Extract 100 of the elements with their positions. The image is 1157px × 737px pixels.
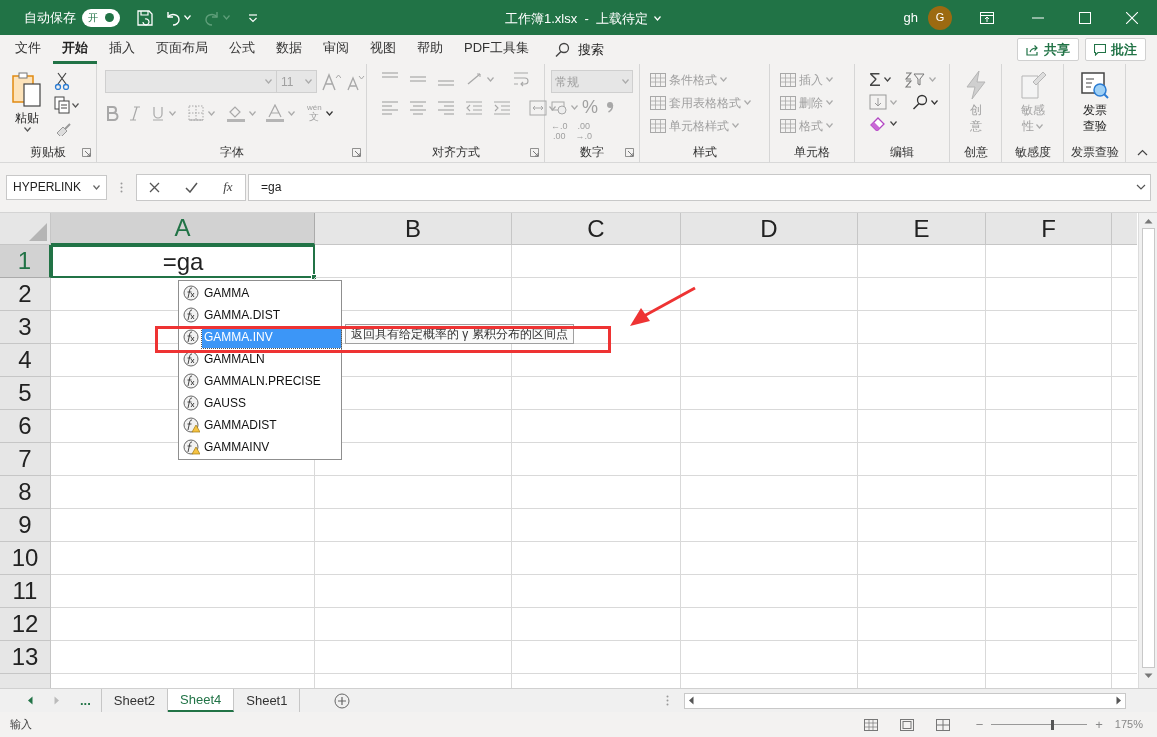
grid-cell[interactable] [858,509,986,542]
align-right-icon[interactable] [437,100,455,116]
merge-center-icon[interactable] [529,100,547,116]
grid-cell[interactable] [512,509,681,542]
column-header[interactable]: C [512,213,681,245]
save-icon[interactable] [136,8,154,27]
name-box[interactable]: HYPERLINK [6,174,107,200]
bold-icon[interactable] [105,105,119,121]
grid-cell[interactable] [512,377,681,410]
autocomplete-item[interactable]: GAMMA [202,282,341,304]
column-header[interactable]: A [51,213,315,245]
grid-cell[interactable] [858,608,986,641]
menu-tab[interactable]: 插入 [100,35,144,64]
grid-cell[interactable] [858,410,986,443]
insert-function-button[interactable]: fx [223,177,233,197]
accounting-format-icon[interactable] [551,99,567,115]
grid-cell[interactable] [858,377,986,410]
grid-cell[interactable] [986,245,1112,278]
paste-button[interactable]: 粘贴 [6,70,48,142]
menu-tab[interactable]: 数据 [267,35,311,64]
row-header[interactable]: 2 [0,278,51,311]
sheet-tab[interactable]: Sheet4 [168,689,235,712]
grid-cell[interactable] [512,245,681,278]
italic-icon[interactable] [129,105,141,121]
menu-tab[interactable]: 文件 [6,35,50,64]
normal-view-icon[interactable] [863,718,878,731]
autocomplete-item[interactable]: GAMMADIST [202,414,341,436]
autosave-toggle[interactable]: 开 [82,8,120,27]
paintbrush-icon[interactable] [54,120,72,136]
grid-cell[interactable] [681,344,858,377]
grid-cell[interactable] [681,311,858,344]
grid-cell[interactable] [681,476,858,509]
font-name-field[interactable] [105,70,277,93]
next-sheet-icon[interactable] [54,696,60,705]
avatar[interactable]: G [928,5,952,30]
grid-cell[interactable] [51,608,315,641]
grid-cell[interactable] [986,509,1112,542]
previous-sheet-icon[interactable] [27,696,33,705]
grid-cell[interactable] [512,641,681,674]
grid-cell[interactable] [986,377,1112,410]
ribbon-large-button[interactable]: 发票 查验 [1079,70,1110,142]
checkmark-icon[interactable] [185,181,199,193]
row-header[interactable]: 3 [0,311,51,344]
grid-cell[interactable] [315,509,512,542]
grid-cell[interactable] [512,575,681,608]
grid-cell[interactable] [681,608,858,641]
font-color-icon[interactable] [266,104,284,122]
grid-cell[interactable] [512,410,681,443]
row-header[interactable]: 4 [0,344,51,377]
row-header[interactable]: 10 [0,542,51,575]
share-button[interactable]: 共享 [1017,38,1079,61]
menu-tab[interactable]: 开始 [53,35,97,64]
scroll-left-icon[interactable] [688,696,695,705]
customize-toolbar-icon[interactable] [248,12,258,23]
grid-cell[interactable] [512,278,681,311]
active-cell[interactable]: =ga [51,245,315,278]
column-header[interactable]: D [681,213,858,245]
grid-cell[interactable] [51,575,315,608]
decrease-indent-icon[interactable] [465,100,483,116]
grid-cell[interactable] [986,410,1112,443]
grid-cell[interactable] [681,377,858,410]
grid-cell[interactable] [986,641,1112,674]
row-header[interactable]: 8 [0,476,51,509]
grid-cell[interactable] [858,443,986,476]
grid-cell[interactable] [681,575,858,608]
grid-cell[interactable] [986,542,1112,575]
grid-cell[interactable] [681,443,858,476]
grow-font-icon[interactable] [321,72,341,91]
cancel-icon[interactable] [149,181,161,193]
align-left-icon[interactable] [381,100,399,116]
grid-cell[interactable] [512,476,681,509]
grid-cell[interactable] [512,542,681,575]
grid-cell[interactable] [315,245,512,278]
wrap-text-icon[interactable] [512,70,530,88]
menu-tab[interactable]: 审阅 [314,35,358,64]
eraser-icon[interactable] [869,115,887,131]
page-break-view-icon[interactable] [935,718,950,731]
grid-cell[interactable] [51,542,315,575]
close-icon[interactable] [1126,11,1138,24]
row-header[interactable]: 12 [0,608,51,641]
grid-cell[interactable] [315,641,512,674]
grid-cell[interactable] [51,509,315,542]
column-header[interactable]: E [858,213,986,245]
autocomplete-item[interactable]: GAMMALN.PRECISE [202,370,341,392]
grid-cell[interactable] [315,542,512,575]
grid-cell[interactable] [986,278,1112,311]
autosum-button[interactable]: Σ [869,70,881,89]
scroll-right-icon[interactable] [1116,696,1123,705]
grid-cell[interactable] [681,245,858,278]
column-header[interactable]: B [315,213,512,245]
increase-indent-icon[interactable] [493,100,511,116]
select-all-corner[interactable] [0,213,51,245]
autocomplete-item[interactable]: GAUSS [202,392,341,414]
grid-cell[interactable] [512,443,681,476]
grid-cell[interactable] [315,575,512,608]
grid-cell[interactable] [986,476,1112,509]
borders-icon[interactable] [188,105,204,121]
grid-cell[interactable] [681,641,858,674]
sort-filter-icon[interactable] [903,70,926,89]
comments-button[interactable]: 批注 [1085,38,1146,61]
